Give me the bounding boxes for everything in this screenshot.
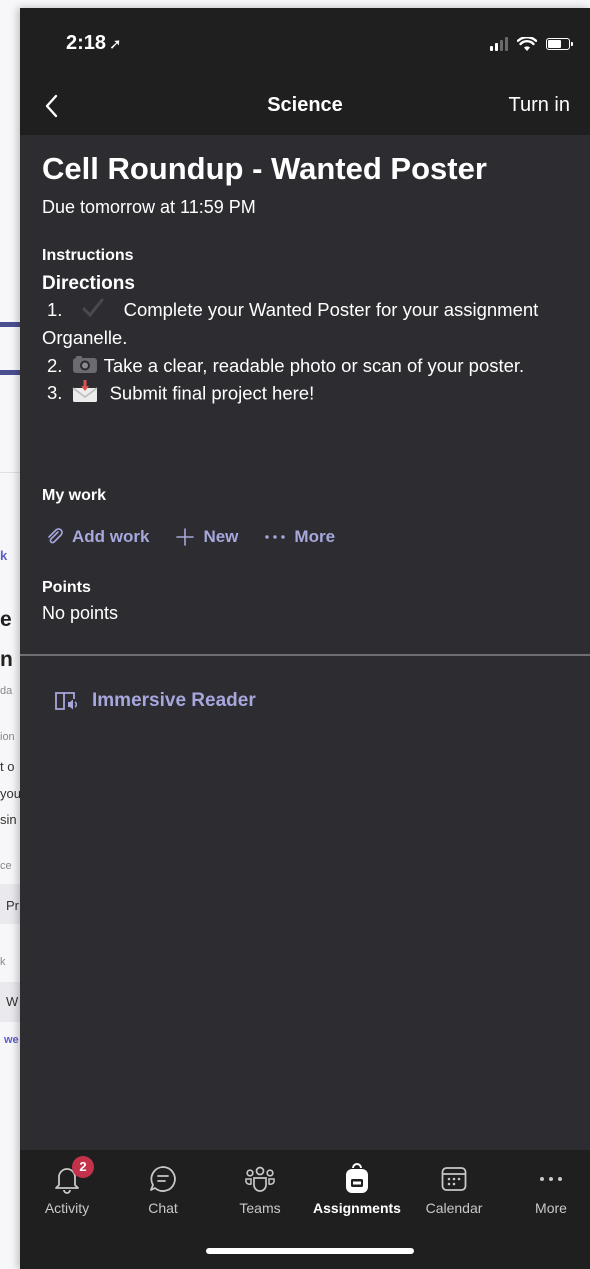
step-number: 2. <box>47 355 63 376</box>
add-work-label: Add work <box>72 527 150 546</box>
my-work-label: My work <box>42 487 107 504</box>
more-label: More <box>294 527 336 546</box>
more-actions-button[interactable]: More <box>264 527 335 547</box>
bg-text: ce <box>0 860 12 872</box>
paperclip-icon <box>46 528 64 546</box>
wifi-icon <box>517 36 537 51</box>
bg-text: t o <box>0 759 15 774</box>
location-arrow-icon: ➚ <box>109 36 122 53</box>
tab-chat[interactable]: Chat <box>116 1162 210 1216</box>
tab-label: Assignments <box>313 1200 401 1216</box>
step-number: 3. <box>47 382 63 404</box>
bg-text: n <box>0 648 13 671</box>
bg-text: k <box>0 956 6 968</box>
instruction-step: 2. Take a clear, readable photo or scan … <box>42 353 580 381</box>
more-icon <box>540 1177 562 1181</box>
tab-activity[interactable]: 2 Activity <box>20 1156 114 1216</box>
bg-text: sin <box>0 812 17 827</box>
bg-text: Pr <box>6 898 19 913</box>
bg-text: da <box>0 685 13 697</box>
points-label: Points <box>42 579 91 596</box>
backpack-icon <box>346 1163 368 1193</box>
calendar-icon <box>441 1167 467 1191</box>
status-bar: 2:18 ➚ <box>20 8 590 80</box>
tab-more[interactable]: More <box>504 1162 590 1216</box>
bg-text: e <box>0 608 12 631</box>
bg-accent-bar <box>0 322 22 327</box>
bg-text: ion <box>0 731 15 743</box>
chat-icon <box>150 1166 176 1192</box>
tab-label: Teams <box>239 1200 281 1216</box>
teams-icon <box>245 1166 275 1192</box>
tab-label: More <box>535 1200 567 1216</box>
step-text: Take a clear, readable photo or scan of … <box>103 355 525 376</box>
immersive-reader-label: Immersive Reader <box>92 690 256 711</box>
tab-label: Chat <box>148 1200 178 1216</box>
notification-badge: 2 <box>72 1156 94 1178</box>
due-date: Due tomorrow at 11:59 PM <box>42 197 256 217</box>
turn-in-button[interactable]: Turn in <box>508 94 570 117</box>
page-title: Science <box>267 94 343 116</box>
new-button[interactable]: New <box>175 527 238 547</box>
check-mark-icon <box>82 298 104 325</box>
tab-label: Calendar <box>425 1200 483 1216</box>
bg-text: k <box>0 548 8 563</box>
clock-text: 2:18 <box>66 32 107 54</box>
bottom-tab-bar: 2 Activity Chat Teams Assignments Calend… <box>20 1150 590 1269</box>
plus-icon <box>175 527 195 547</box>
section-divider <box>20 654 590 656</box>
tab-calendar[interactable]: Calendar <box>407 1162 501 1216</box>
status-icons <box>490 34 573 54</box>
step-text: Complete your Wanted Poster for your ass… <box>42 299 539 348</box>
assignment-title: Cell Roundup - Wanted Poster <box>42 151 487 186</box>
directions-heading: Directions <box>42 273 135 294</box>
instruction-step: 1. Complete your Wanted Poster for your … <box>42 297 580 351</box>
instructions-label: Instructions <box>42 247 134 264</box>
step-text: Submit final project here! <box>109 382 315 404</box>
nav-bar: Science Turn in <box>20 80 590 135</box>
new-label: New <box>203 527 239 546</box>
tab-assignments[interactable]: Assignments <box>310 1162 404 1216</box>
points-value: No points <box>42 603 119 623</box>
immersive-reader-button[interactable]: Immersive Reader <box>54 689 256 713</box>
add-work-button[interactable]: Add work <box>46 527 149 547</box>
immersive-reader-icon <box>54 689 80 713</box>
bg-text: we <box>4 1034 19 1046</box>
teams-app-window: 2:18 ➚ Science Turn in Cell Roundup - Wan… <box>20 8 590 1269</box>
status-time: 2:18 ➚ <box>66 32 122 55</box>
work-actions: Add work New More <box>46 527 335 547</box>
battery-icon <box>546 38 573 50</box>
bg-text: you <box>0 786 21 801</box>
tab-teams[interactable]: Teams <box>213 1162 307 1216</box>
cellular-signal-icon <box>490 37 508 51</box>
ellipsis-icon <box>264 532 286 542</box>
tab-label: Activity <box>44 1200 90 1216</box>
home-indicator <box>206 1248 414 1254</box>
step-number: 1. <box>47 299 63 320</box>
instruction-step: 3. Submit final project here! <box>42 379 580 410</box>
bg-accent-bar <box>0 370 22 375</box>
bg-text: W <box>6 994 19 1009</box>
camera-icon <box>72 354 98 381</box>
envelope-icon <box>72 379 98 410</box>
